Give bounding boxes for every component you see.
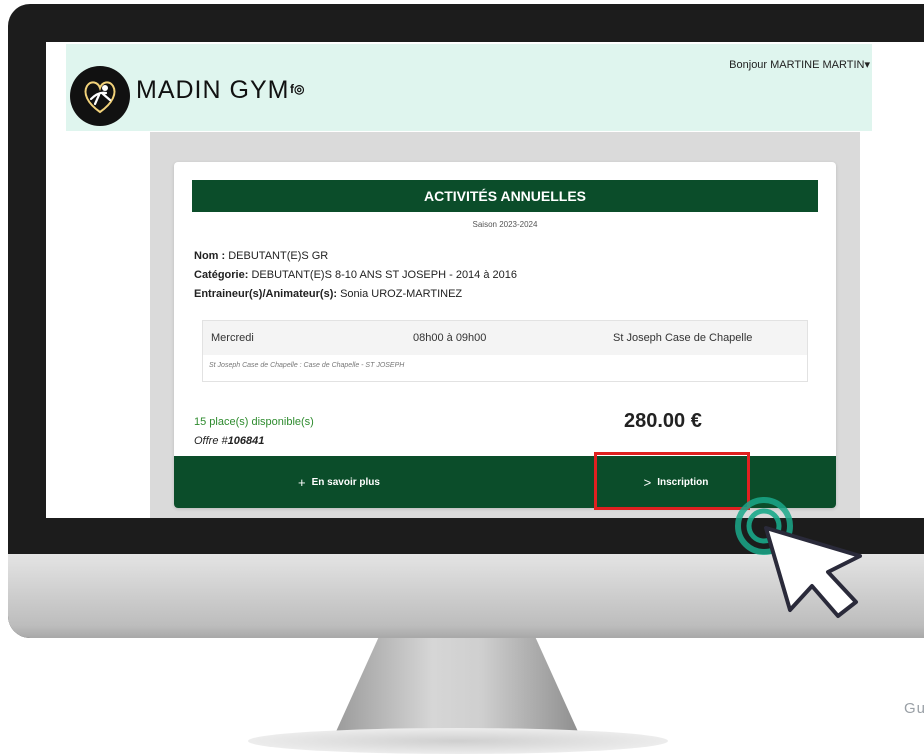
season-label: Saison 2023-2024 <box>472 220 538 229</box>
card-title: ACTIVITÉS ANNUELLES <box>192 180 818 212</box>
schedule-day: Mercredi <box>211 332 254 344</box>
register-highlight-box <box>594 452 750 510</box>
monitor-foot <box>248 728 668 754</box>
offer-id: 106841 <box>227 435 265 447</box>
categorie-value: DEBUTANT(E)S 8-10 ANS ST JOSEPH - 2014 à… <box>248 269 517 281</box>
nom-label: Nom : <box>194 250 226 262</box>
schedule-table: Mercredi 08h00 à 09h00 St Joseph Case de… <box>202 320 808 382</box>
gymnast-logo-icon[interactable] <box>70 66 130 126</box>
user-menu[interactable]: Bonjour MARTINE MARTIN▾ <box>729 58 870 71</box>
schedule-location-detail: St Joseph Case de Chapelle : Case de Cha… <box>209 362 405 369</box>
screen: MADIN GYM f◎ Bonjour MARTINE MARTIN▾ ACT… <box>46 42 924 518</box>
activity-coach: Entraineur(s)/Animateur(s): Sonia UROZ-M… <box>194 288 462 300</box>
social-links[interactable]: f◎ <box>290 82 304 96</box>
price: 280.00 € <box>624 410 702 432</box>
cursor-arrow-icon <box>735 497 862 618</box>
nom-value: DEBUTANT(E)S GR <box>225 250 329 262</box>
categorie-label: Catégorie: <box>194 269 249 281</box>
schedule-time: 08h00 à 09h00 <box>413 332 487 344</box>
more-info-button[interactable]: + En savoir plus <box>174 456 504 508</box>
site-title[interactable]: MADIN GYM <box>136 76 289 105</box>
available-places: 15 place(s) disponible(s) <box>194 416 314 428</box>
offer-prefix: Offre # <box>194 435 228 447</box>
activity-category: Catégorie: DEBUTANT(E)S 8-10 ANS ST JOSE… <box>194 269 517 281</box>
watermark-text: Gu <box>904 700 924 717</box>
monitor-stand <box>334 638 580 736</box>
schedule-row: Mercredi 08h00 à 09h00 St Joseph Case de… <box>203 321 807 355</box>
activity-name: Nom : DEBUTANT(E)S GR <box>194 250 328 262</box>
schedule-place: St Joseph Case de Chapelle <box>613 332 753 344</box>
entraineur-label: Entraineur(s)/Animateur(s): <box>194 288 338 300</box>
plus-icon: + <box>298 474 306 490</box>
offer-number: Offre #106841 <box>194 435 264 447</box>
more-info-label: En savoir plus <box>311 476 380 488</box>
entraineur-value: Sonia UROZ-MARTINEZ <box>337 288 463 300</box>
site-header: MADIN GYM f◎ Bonjour MARTINE MARTIN▾ <box>66 44 872 131</box>
